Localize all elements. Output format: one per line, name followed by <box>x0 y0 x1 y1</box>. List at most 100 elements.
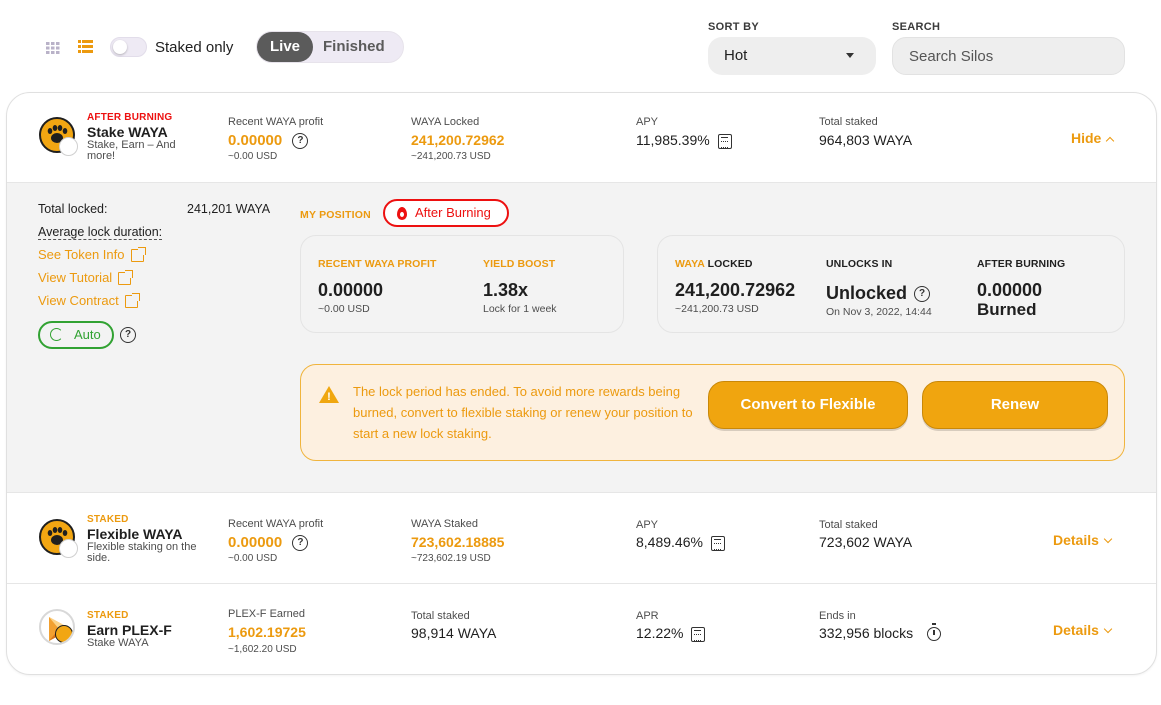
locked-label: WAYA Locked <box>411 116 480 128</box>
sort-select[interactable]: Hot <box>708 37 876 75</box>
search-label: SEARCH <box>892 21 941 33</box>
earned-value: 1,602.19725 <box>228 624 306 640</box>
hide-button[interactable]: Hide <box>1071 130 1115 146</box>
recent-profit-usd: ~0.00 USD <box>228 553 278 564</box>
apr-label: APR <box>636 610 659 622</box>
earned-usd: ~1,602.20 USD <box>228 644 297 655</box>
details-button[interactable]: Details <box>1053 622 1113 638</box>
renew-button[interactable]: Renew <box>922 381 1108 429</box>
recent-profit-value: 0.00000 <box>228 534 283 551</box>
total-locked-value: 241,201 WAYA <box>187 202 271 216</box>
expanded-details: Total locked: 241,201 WAYA Average lock … <box>7 182 1156 493</box>
staked-only-label: Staked only <box>155 39 234 56</box>
waya-paw-icon <box>39 519 78 558</box>
help-icon[interactable]: ? <box>292 535 309 552</box>
waya-locked-value: 241,200.72962 <box>675 280 796 300</box>
help-icon[interactable]: ? <box>914 286 931 303</box>
warning-icon: ! <box>319 386 339 403</box>
apy-label: APY <box>636 519 659 531</box>
pool-tag: AFTER BURNING <box>87 112 173 123</box>
total-staked-label: Total staked <box>411 610 470 622</box>
sync-icon <box>50 328 63 341</box>
waya-badge-icon <box>55 625 73 643</box>
total-locked-label: Total locked: <box>38 202 108 216</box>
waya-locked-usd: ~241,200.73 USD <box>675 303 759 315</box>
apy-value: 8,489.46% <box>636 534 703 550</box>
waya-paw-icon <box>39 117 78 156</box>
lock-ended-warning: ! The lock period has ended. To avoid mo… <box>300 364 1125 461</box>
external-link-icon <box>130 247 146 263</box>
after-burning-badge-label: After Burning <box>415 205 491 220</box>
view-tutorial-link[interactable]: View Tutorial <box>38 270 134 286</box>
total-staked-value: 723,602 WAYA <box>819 534 913 550</box>
unlocks-in-label: UNLOCKS IN <box>826 258 893 270</box>
recent-profit-value: 0.00000 <box>318 280 384 300</box>
ends-in-label: Ends in <box>819 610 856 622</box>
external-link-icon <box>118 270 134 286</box>
yield-boost-label: YIELD BOOST <box>483 258 556 270</box>
waya-word: WAYA <box>675 258 705 270</box>
pool-desc: Flexible staking on the side. <box>87 541 197 564</box>
total-staked-label: Total staked <box>819 519 878 531</box>
auto-compound-tag: Auto <box>38 321 114 349</box>
apy-label: APY <box>636 116 659 128</box>
earned-label: PLEX-F Earned <box>228 608 306 620</box>
search-input[interactable] <box>892 37 1125 75</box>
total-staked-label: Total staked <box>819 116 878 128</box>
apr-value: 12.22% <box>636 625 684 641</box>
calculator-icon[interactable] <box>691 626 706 642</box>
pool-name: Flexible WAYA <box>87 526 183 542</box>
convert-to-flexible-button[interactable]: Convert to Flexible <box>708 381 908 429</box>
view-contract-link[interactable]: View Contract <box>38 293 140 309</box>
help-icon[interactable]: ? <box>120 327 136 343</box>
yield-boost-sub: Lock for 1 week <box>483 303 557 315</box>
ends-in-value: 332,956 blocks <box>819 625 914 641</box>
live-finished-tabs: Live Finished <box>256 31 404 63</box>
link-label: View Contract <box>38 293 119 308</box>
chevron-up-icon <box>1106 136 1115 146</box>
details-label: Details <box>1053 622 1099 638</box>
pool-desc: Stake, Earn – And more! <box>87 139 176 162</box>
calculator-icon[interactable] <box>717 133 732 149</box>
grid-view-icon[interactable] <box>46 41 60 54</box>
recent-profit-label: Recent WAYA profit <box>228 116 324 128</box>
link-label: See Token Info <box>38 247 125 262</box>
yield-boost-value: 1.38x <box>483 280 529 300</box>
staked-label: WAYA Staked <box>411 518 479 530</box>
tab-live[interactable]: Live <box>257 32 313 62</box>
pool-tag: STAKED <box>87 610 129 621</box>
recent-profit-value: 0.00000 <box>228 132 283 149</box>
list-view-icon[interactable] <box>78 40 93 53</box>
staked-value: 723,602.18885 <box>411 534 505 550</box>
sort-value: Hot <box>724 47 748 64</box>
help-icon[interactable]: ? <box>292 133 309 150</box>
total-staked-value: 964,803 WAYA <box>819 132 913 148</box>
caret-down-icon <box>846 53 854 58</box>
chevron-down-icon <box>1103 625 1113 634</box>
burned-label: Burned <box>977 300 1037 319</box>
average-lock-duration[interactable]: Average lock duration: <box>38 225 163 240</box>
recent-profit-usd: ~0.00 USD <box>228 151 278 162</box>
locked-value: 241,200.72962 <box>411 132 505 148</box>
staked-only-toggle[interactable] <box>110 37 147 57</box>
timer-icon[interactable] <box>927 623 942 642</box>
toggle-knob <box>113 40 127 54</box>
auto-label: Auto <box>74 327 101 342</box>
waya-locked-label: WAYA LOCKED <box>675 258 753 270</box>
pool-name: Earn PLEX-F <box>87 622 172 638</box>
row-divider <box>7 583 1156 584</box>
total-staked-value: 98,914 WAYA <box>411 625 497 641</box>
pool-tag: STAKED <box>87 514 129 525</box>
tab-finished[interactable]: Finished <box>323 32 385 62</box>
sort-by-label: SORT BY <box>708 21 759 33</box>
details-button[interactable]: Details <box>1053 532 1113 548</box>
recent-profit-label: RECENT WAYA PROFIT <box>318 258 437 270</box>
calculator-icon[interactable] <box>710 535 725 551</box>
plex-f-icon <box>39 609 75 645</box>
unlocks-value: Unlocked <box>826 283 908 303</box>
see-token-info-link[interactable]: See Token Info <box>38 247 146 263</box>
profit-box: RECENT WAYA PROFIT 0.00000 ~0.00 USD YIE… <box>300 235 624 333</box>
sync-badge-icon <box>59 539 78 558</box>
fire-icon <box>397 207 407 220</box>
recent-profit-label: Recent WAYA profit <box>228 518 324 530</box>
